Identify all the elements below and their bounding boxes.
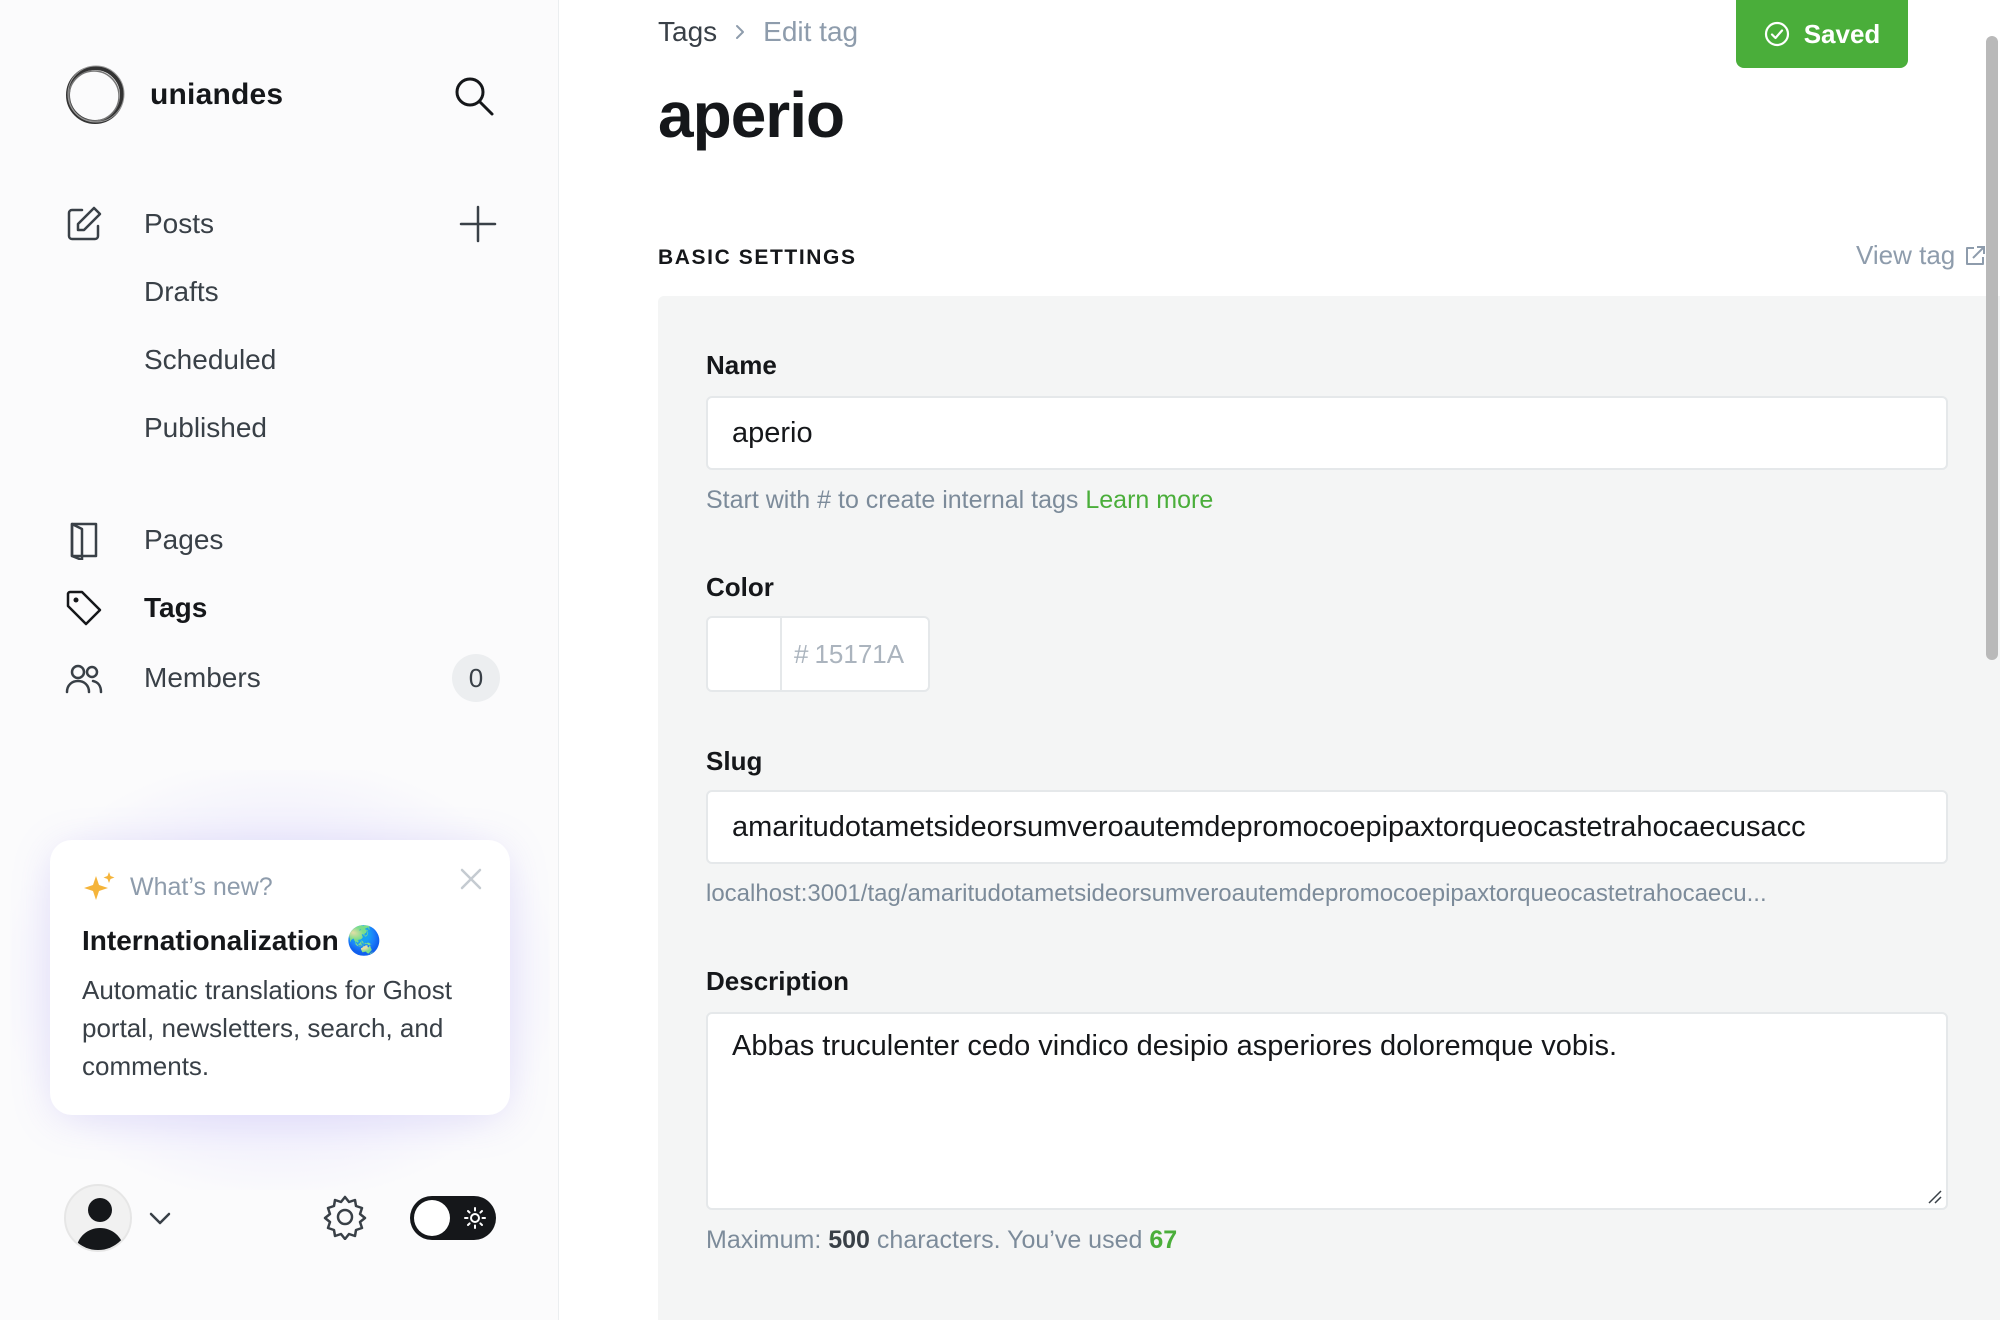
saved-button[interactable]: Saved: [1736, 0, 1908, 68]
sun-icon: [464, 1207, 486, 1229]
new-post-plus-icon[interactable]: [458, 204, 498, 244]
counter-prefix: Maximum:: [706, 1226, 822, 1254]
breadcrumb-tags-link[interactable]: Tags: [658, 16, 717, 48]
name-hint-text: Start with # to create internal tags: [706, 486, 1079, 514]
search-icon[interactable]: [452, 74, 496, 118]
character-counter: Maximum: 500 characters. You’ve used 67: [706, 1226, 1177, 1255]
user-silhouette-icon: [76, 1198, 124, 1250]
members-icon: [64, 650, 120, 706]
whats-new-body: Automatic translations for Ghost portal,…: [82, 975, 452, 1081]
name-hint: Start with # to create internal tags Lea…: [706, 486, 1213, 515]
check-circle-icon: [1764, 21, 1789, 47]
sidebar-item-drafts[interactable]: Drafts: [144, 276, 219, 308]
breadcrumb: Tags Edit tag: [658, 16, 858, 48]
chevron-right-icon: [736, 25, 745, 39]
site-name: uniandes: [150, 78, 284, 111]
sidebar-item-pages[interactable]: Pages: [64, 512, 223, 568]
name-label: Name: [706, 350, 777, 380]
section-title-basic-settings: BASIC SETTINGS: [658, 246, 857, 269]
sidebar-item-label: Posts: [144, 208, 215, 239]
members-count-badge: 0: [452, 654, 500, 702]
description-textarea[interactable]: Abbas truculenter cedo vindico desipio a…: [706, 1012, 1948, 1210]
close-icon[interactable]: [458, 866, 484, 892]
chevron-down-icon[interactable]: [146, 1204, 174, 1232]
sidebar-item-label: Members: [144, 662, 261, 693]
sparkle-icon: [84, 872, 115, 900]
saved-label: Saved: [1803, 18, 1881, 49]
color-field[interactable]: # 15171A: [706, 616, 930, 692]
sidebar-item-tags[interactable]: Tags: [64, 580, 207, 636]
sidebar-item-posts[interactable]: Posts: [64, 196, 214, 252]
view-tag-label: View tag: [1856, 240, 1956, 270]
user-avatar[interactable]: [64, 1184, 132, 1252]
slug-url-preview: localhost:3001/tag/amaritudotametsideors…: [706, 880, 1767, 907]
name-input[interactable]: aperio: [706, 396, 1948, 470]
scrollbar[interactable]: [1986, 36, 1998, 660]
external-link-icon: [1966, 245, 1986, 265]
learn-more-link[interactable]: Learn more: [1085, 486, 1213, 514]
tag-icon: [64, 580, 120, 636]
counter-max: 500: [828, 1226, 870, 1254]
whats-new-kicker: What’s new?: [130, 872, 273, 901]
description-label: Description: [706, 966, 850, 996]
color-swatch[interactable]: [708, 618, 782, 690]
page-title: aperio: [658, 79, 845, 151]
edit-icon: [64, 196, 120, 252]
main-content: Tags Edit tag aperio Saved BASIC SETTING…: [560, 0, 2000, 1320]
sidebar-item-members[interactable]: Members: [64, 650, 261, 706]
counter-used: 67: [1149, 1226, 1178, 1254]
slug-label: Slug: [706, 746, 763, 776]
sidebar-item-label: Pages: [144, 524, 224, 555]
sidebar: uniandes Posts Drafts Scheduled Publishe…: [0, 0, 559, 1320]
description-text: Abbas truculenter cedo vindico desipio a…: [732, 1030, 1618, 1062]
brand[interactable]: uniandes: [64, 64, 283, 126]
sidebar-item-published[interactable]: Published: [144, 412, 267, 444]
whats-new-card[interactable]: What’s new? Internationalization 🌏 Autom…: [50, 840, 510, 1115]
toggle-knob: [414, 1200, 450, 1236]
resize-grip-icon[interactable]: [1926, 1188, 1942, 1204]
counter-mid: characters. You’ve used: [876, 1226, 1143, 1254]
slug-input[interactable]: amaritudotametsideorsumveroautemdepromoc…: [706, 790, 1948, 864]
color-hex-input[interactable]: 15171A: [814, 618, 904, 690]
color-hash: #: [794, 638, 809, 669]
view-tag-link[interactable]: View tag: [1856, 240, 1987, 271]
page-icon: [64, 512, 120, 568]
gear-icon[interactable]: [322, 1194, 368, 1240]
color-label: Color: [706, 572, 774, 602]
sidebar-item-label: Tags: [144, 592, 208, 623]
sidebar-item-scheduled[interactable]: Scheduled: [144, 344, 276, 376]
dark-mode-toggle[interactable]: [410, 1196, 496, 1240]
whats-new-header: What’s new?: [82, 870, 478, 904]
site-logo-icon: [66, 65, 125, 124]
breadcrumb-current: Edit tag: [763, 16, 859, 47]
whats-new-title: Internationalization 🌏: [82, 925, 382, 956]
basic-settings-card: Name aperio Start with # to create inter…: [658, 296, 2000, 1320]
